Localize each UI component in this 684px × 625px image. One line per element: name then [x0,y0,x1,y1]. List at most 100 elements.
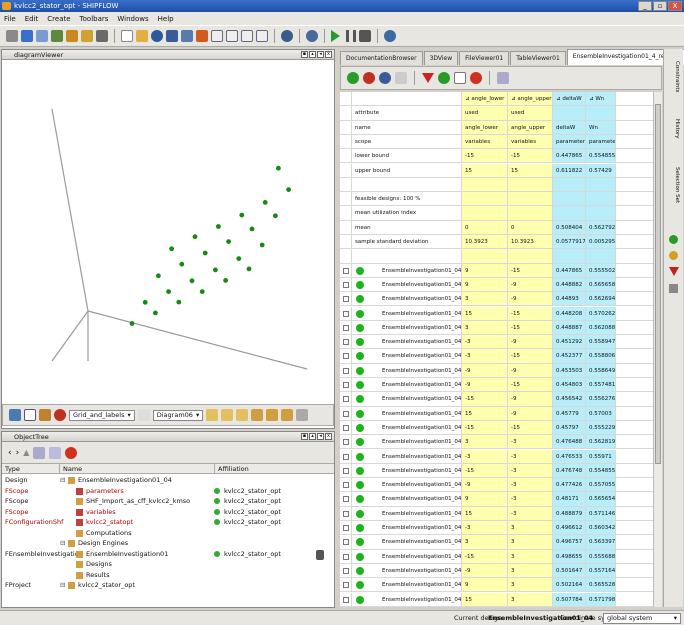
tree-row[interactable]: FScope SHF_Import_as_cff_kvlcc2_kmso kvlcc… [2,497,334,506]
row-selector[interactable] [340,149,352,163]
value-cell[interactable]: 0.476488 [553,435,586,449]
scatter-point[interactable] [236,256,242,261]
row-label-cell[interactable]: EnsembleInvestigation01_04_des0024 [352,263,462,277]
value-cell[interactable]: 3 [462,535,508,549]
value-cell[interactable]: 0.557164 [586,563,616,578]
value-cell[interactable]: parameters [586,134,616,149]
value-cell[interactable]: 0.448882 [553,277,586,292]
value-cell[interactable]: 0.565654 [586,492,616,506]
row-checkbox[interactable] [343,439,349,446]
value-cell[interactable]: used [508,106,553,120]
value-cell[interactable]: 0.507784 [553,592,586,606]
table-row[interactable]: attribute used used [340,106,662,121]
value-cell[interactable]: 0.447865 [553,149,586,163]
scatter-point[interactable] [176,299,182,305]
value-cell[interactable]: 3 [462,435,508,449]
value-cell[interactable]: -15 [508,320,553,335]
table-row[interactable]: EnsembleInvestigation01_04_des00259 -9 0.4… [340,277,662,293]
value-cell[interactable]: 0.496757 [553,535,586,549]
row-checkbox[interactable] [343,553,349,560]
copy-table-icon[interactable] [497,72,509,84]
value-cell[interactable]: ⊿ angle_lower [462,92,508,106]
row-checkbox[interactable] [343,296,349,303]
row-label-cell[interactable]: EnsembleInvestigation01_04_des0031 [352,406,462,420]
value-cell[interactable]: 0.476748 [553,463,586,478]
refresh-icon[interactable] [347,72,359,84]
rotate-z-icon[interactable] [236,409,249,421]
row-label-cell[interactable]: EnsembleInvestigation01_04_des0006 [352,378,462,392]
value-cell[interactable]: 3 [508,549,553,563]
value-cell[interactable]: 0.452377 [553,349,586,363]
row-label-cell[interactable]: upper bound [352,163,462,177]
copy-icon[interactable] [33,446,46,459]
row-label-cell[interactable]: mean utilization index [352,206,462,220]
value-cell[interactable]: 0.00529581 [586,235,616,249]
value-cell[interactable]: parameters [553,134,586,149]
grid-side-icon[interactable] [669,284,678,293]
scatter-point[interactable] [179,261,185,267]
table-row[interactable]: EnsembleInvestigation01_04_des0012-3 -15 0… [340,349,662,364]
table-row[interactable]: EnsembleInvestigation01_04_des00203 -3 0.4… [340,435,662,450]
value-cell[interactable]: -3 [462,449,508,463]
chart-icon[interactable] [81,30,93,42]
value-cell[interactable] [586,206,616,220]
value-cell[interactable]: -3 [508,449,553,463]
row-label-cell[interactable]: EnsembleInvestigation01_04_des0009 [352,563,462,578]
value-cell[interactable]: 15 [508,163,553,177]
value-cell[interactable] [586,249,616,263]
row-label-cell[interactable]: EnsembleInvestigation01_04_des0033 [352,592,462,606]
table-row[interactable]: EnsembleInvestigation01_04_des0001-15 -9 0… [340,392,662,407]
table-row[interactable]: EnsembleInvestigation01_04_des0006-9 -15 0… [340,378,662,393]
recent-icon[interactable] [151,30,163,42]
row-label-cell[interactable]: EnsembleInvestigation01_04_des0015 [352,521,462,535]
value-cell[interactable]: 0.554855 [586,463,616,478]
row-label-cell[interactable]: EnsembleInvestigation01_04_des0019 [352,292,462,306]
value-cell[interactable]: 0.501647 [553,563,586,578]
row-checkbox[interactable] [343,482,349,489]
table-row[interactable]: EnsembleInvestigation01_04_des0014-3-30.… [340,449,662,464]
feasible-icon[interactable] [669,235,678,244]
table-row[interactable] [340,177,662,193]
table-row[interactable]: mean 0 0 0.508404 0.562792 [340,220,662,235]
value-cell[interactable]: -15 [508,263,553,277]
view-y-icon[interactable] [266,409,279,421]
value-cell[interactable]: 3 [508,521,553,535]
value-cell[interactable]: 0.557481 [586,378,616,392]
value-cell[interactable]: 0.611822 [553,163,586,177]
value-cell[interactable]: 9 [462,263,508,277]
table-row[interactable]: EnsembleInvestigation01_04_des0008-9 -3 0.… [340,478,662,493]
value-cell[interactable]: 10.3923 [462,235,508,249]
scatter-point[interactable] [142,299,148,305]
value-cell[interactable] [508,206,553,220]
value-cell[interactable]: 0 [508,220,553,234]
row-checkbox[interactable] [343,310,349,317]
table-row[interactable]: EnsembleInvestigation01_04_des0003-15 3 0.… [340,549,662,564]
back-arrow-icon[interactable]: ‹ [8,448,12,458]
side-tab-selection-set[interactable]: Selection Set [668,167,680,203]
row-selector[interactable] [340,106,352,120]
value-cell[interactable]: 0.45779 [553,406,586,420]
scatter-point[interactable] [286,187,291,192]
window-c-icon[interactable] [241,30,253,42]
tree-row[interactable]: Computations [2,529,334,538]
value-cell[interactable]: -9 [508,292,553,306]
value-cell[interactable] [586,106,616,120]
value-cell[interactable]: ⊿ Wn [586,92,616,106]
value-cell[interactable]: -3 [462,335,508,349]
row-label-cell[interactable]: mean [352,220,462,234]
value-cell[interactable]: -3 [508,463,553,478]
expand-toggle-icon[interactable]: ⊟ [60,476,65,485]
value-cell[interactable]: 0.570262 [586,306,616,320]
value-cell[interactable]: 15 [462,163,508,177]
scatter-point[interactable] [199,289,205,294]
table-row[interactable]: EnsembleInvestigation01_04_des0015-3 3 0.4… [340,521,662,536]
menu-windows[interactable]: Windows [117,15,148,23]
row-selector[interactable] [340,220,352,234]
value-cell[interactable]: 0.558947 [586,335,616,349]
menu-edit[interactable]: Edit [25,15,39,23]
row-label-cell[interactable]: EnsembleInvestigation01_04_des0020 [352,435,462,449]
value-cell[interactable] [553,192,586,206]
scatter-point[interactable] [259,242,265,248]
scatter-point[interactable] [216,224,221,229]
scatter-point[interactable] [153,310,158,316]
